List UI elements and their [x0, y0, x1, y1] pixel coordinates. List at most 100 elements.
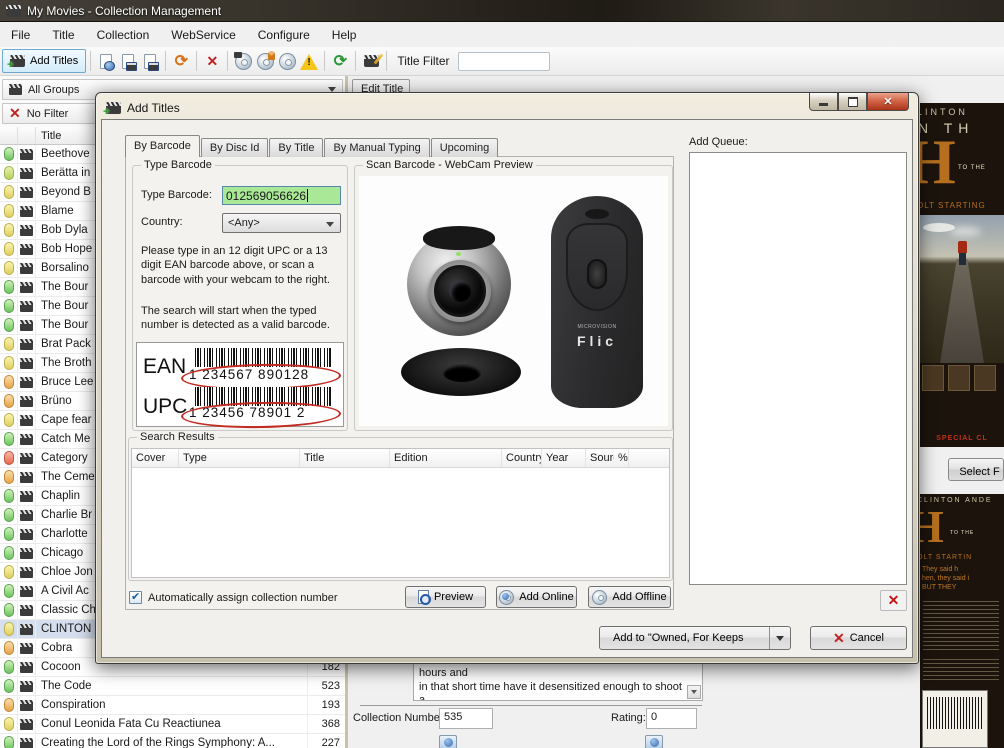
- menu-item[interactable]: File: [0, 24, 41, 46]
- movie-icon-cell: [18, 487, 36, 505]
- column-header[interactable]: Title: [300, 449, 390, 467]
- select-cover-button[interactable]: Select F: [948, 458, 1004, 481]
- import-disc-page-icon[interactable]: [118, 51, 138, 71]
- disc-icon[interactable]: [277, 51, 297, 71]
- add-queue-list[interactable]: [689, 152, 907, 585]
- minimize-button[interactable]: [809, 93, 838, 111]
- column-header[interactable]: Year: [542, 449, 586, 467]
- remove-from-queue-button[interactable]: [880, 590, 907, 611]
- country-select[interactable]: <Any>: [222, 213, 341, 233]
- tab[interactable]: By Disc Id: [201, 138, 269, 157]
- status-pill: [4, 622, 14, 636]
- column-header[interactable]: %: [614, 449, 629, 467]
- scan-barcode-group: Scan Barcode - WebCam Preview MICROVISIO…: [354, 165, 673, 431]
- status-cell: [0, 297, 18, 315]
- movie-icon: [20, 301, 33, 312]
- status-cell: [0, 658, 18, 676]
- movie-icon-cell: [18, 601, 36, 619]
- sync-icon[interactable]: [171, 51, 191, 71]
- movie-icon-cell: [18, 525, 36, 543]
- maximize-button[interactable]: [838, 93, 867, 111]
- menu-item[interactable]: Help: [321, 24, 368, 46]
- add-titles-button[interactable]: Add Titles: [2, 49, 86, 73]
- export-page-icon[interactable]: [96, 51, 116, 71]
- preview-button[interactable]: Preview: [405, 586, 486, 608]
- movie-icon-cell: [18, 563, 36, 581]
- status-cell: [0, 354, 18, 372]
- column-header[interactable]: Cover: [132, 449, 179, 467]
- add-titles-label: Add Titles: [30, 55, 78, 67]
- add-offline-button[interactable]: Add Offline: [588, 586, 671, 608]
- close-button[interactable]: [867, 93, 909, 111]
- tab[interactable]: By Title: [269, 138, 323, 157]
- movie-icon: [20, 282, 33, 293]
- status-cell: [0, 734, 18, 748]
- rating-input[interactable]: 0: [646, 708, 697, 729]
- list-item[interactable]: The Code 523: [0, 677, 345, 696]
- movie-icon: [20, 415, 33, 426]
- add-to-collection-button[interactable]: Add to "Owned, For Keeps: [599, 626, 791, 650]
- cancel-icon: ✕: [833, 630, 845, 647]
- group-legend: Search Results: [137, 431, 218, 443]
- column-header[interactable]: Type: [179, 449, 300, 467]
- edit-clapper-icon[interactable]: [361, 51, 381, 71]
- add-to-dropdown-arrow[interactable]: [769, 627, 790, 649]
- auto-assign-checkbox[interactable]: [129, 591, 142, 604]
- status-cell: [0, 582, 18, 600]
- cover-text: They said h: [922, 566, 958, 573]
- app-icon: [6, 5, 21, 17]
- column-header[interactable]: Edition: [390, 449, 502, 467]
- status-pill: [4, 546, 14, 560]
- menu-item[interactable]: WebService: [160, 24, 246, 46]
- scroll-down-button[interactable]: [687, 685, 701, 699]
- movie-icon-cell: [18, 582, 36, 600]
- list-item[interactable]: Conul Leonida Fata Cu Reactiunea 368: [0, 715, 345, 734]
- add-offline-label: Add Offline: [612, 591, 666, 603]
- menu-item[interactable]: Title: [41, 24, 85, 46]
- barcode-input[interactable]: 012569056626: [222, 186, 341, 205]
- webcam-image: [401, 224, 521, 396]
- status-pill: [4, 204, 14, 218]
- type-barcode-group: Type Barcode Type Barcode: 012569056626 …: [132, 165, 348, 431]
- tab[interactable]: Upcoming: [431, 138, 499, 157]
- status-cell: [0, 601, 18, 619]
- column-header[interactable]: Country: [502, 449, 542, 467]
- instruction-text: Please type in an 12 digit UPC or a 13 d…: [141, 244, 341, 287]
- menu-item[interactable]: Configure: [247, 24, 321, 46]
- tab[interactable]: By Barcode: [125, 135, 200, 157]
- add-online-button[interactable]: Add Online: [496, 586, 577, 608]
- list-item[interactable]: Conspiration 193: [0, 696, 345, 715]
- dialog-icon: [106, 102, 121, 114]
- cancel-button[interactable]: ✕ Cancel: [810, 626, 907, 650]
- disc-button-stub[interactable]: [645, 735, 663, 748]
- export-disc-page-icon[interactable]: [140, 51, 160, 71]
- movie-icon: [20, 396, 33, 407]
- collection-number-input[interactable]: 535: [439, 708, 493, 729]
- status-cell: [0, 278, 18, 296]
- preview-label: Preview: [434, 591, 473, 603]
- tab[interactable]: By Manual Typing: [324, 138, 429, 157]
- column-header[interactable]: Source: [586, 449, 614, 467]
- movie-icon: [20, 339, 33, 350]
- movie-icon: [20, 567, 33, 578]
- menu-item[interactable]: Collection: [86, 24, 161, 46]
- disc-button-stub[interactable]: [439, 735, 457, 748]
- title-filter-input[interactable]: [458, 52, 550, 71]
- warning-icon-slot[interactable]: [299, 51, 319, 71]
- status-pill: [4, 508, 14, 522]
- status-cell: [0, 316, 18, 334]
- delete-icon[interactable]: [202, 51, 222, 71]
- toolbar-separator: [324, 51, 325, 71]
- disc-person-icon[interactable]: [255, 51, 275, 71]
- search-results-list[interactable]: CoverTypeTitleEditionCountryYearSource%: [131, 448, 670, 578]
- movie-icon-cell: [18, 506, 36, 524]
- status-cell: [0, 468, 18, 486]
- status-pill: [4, 698, 14, 712]
- disc-movie-icon[interactable]: [233, 51, 253, 71]
- list-item[interactable]: Creating the Lord of the Rings Symphony:…: [0, 734, 345, 748]
- auto-assign-label: Automatically assign collection number: [148, 592, 338, 604]
- webcam-preview-area: MICROVISION Flic: [359, 176, 668, 426]
- status-pill: [4, 394, 14, 408]
- add-titles-icon: [10, 55, 25, 67]
- refresh-icon[interactable]: [330, 51, 350, 71]
